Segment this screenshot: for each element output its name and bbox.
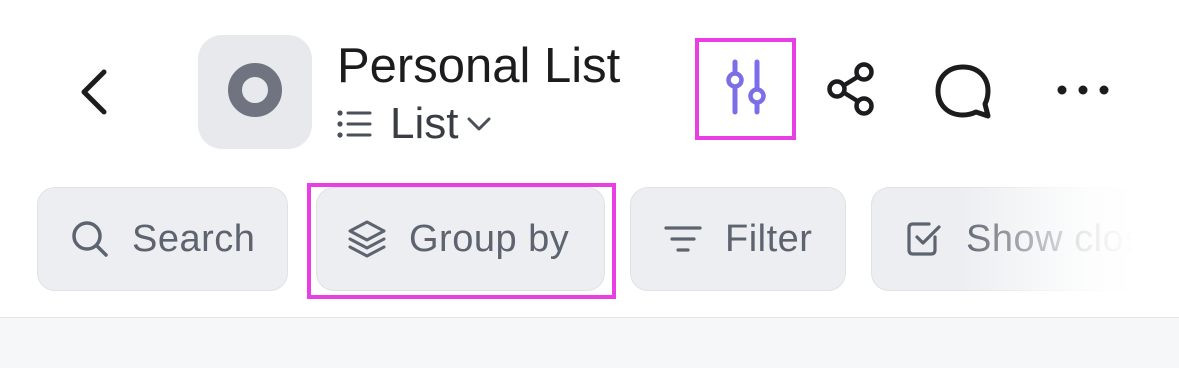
checkbox-icon [902, 217, 946, 261]
show-closed-chip-label: Show closed [966, 217, 1179, 260]
search-chip-label: Search [132, 217, 256, 260]
layers-icon [345, 217, 389, 261]
show-closed-chip[interactable]: Show closed [871, 187, 1179, 291]
group-by-chip-label: Group by [409, 217, 570, 260]
filter-chip[interactable]: Filter [630, 187, 846, 291]
toolbar-chips: Search Group by Filter Show closed [0, 0, 1179, 367]
filter-lines-icon [661, 217, 705, 261]
search-chip[interactable]: Search [37, 187, 288, 291]
group-by-chip[interactable]: Group by [316, 187, 605, 291]
list-content-area [0, 317, 1179, 368]
filter-chip-label: Filter [725, 217, 813, 260]
search-icon [68, 217, 112, 261]
